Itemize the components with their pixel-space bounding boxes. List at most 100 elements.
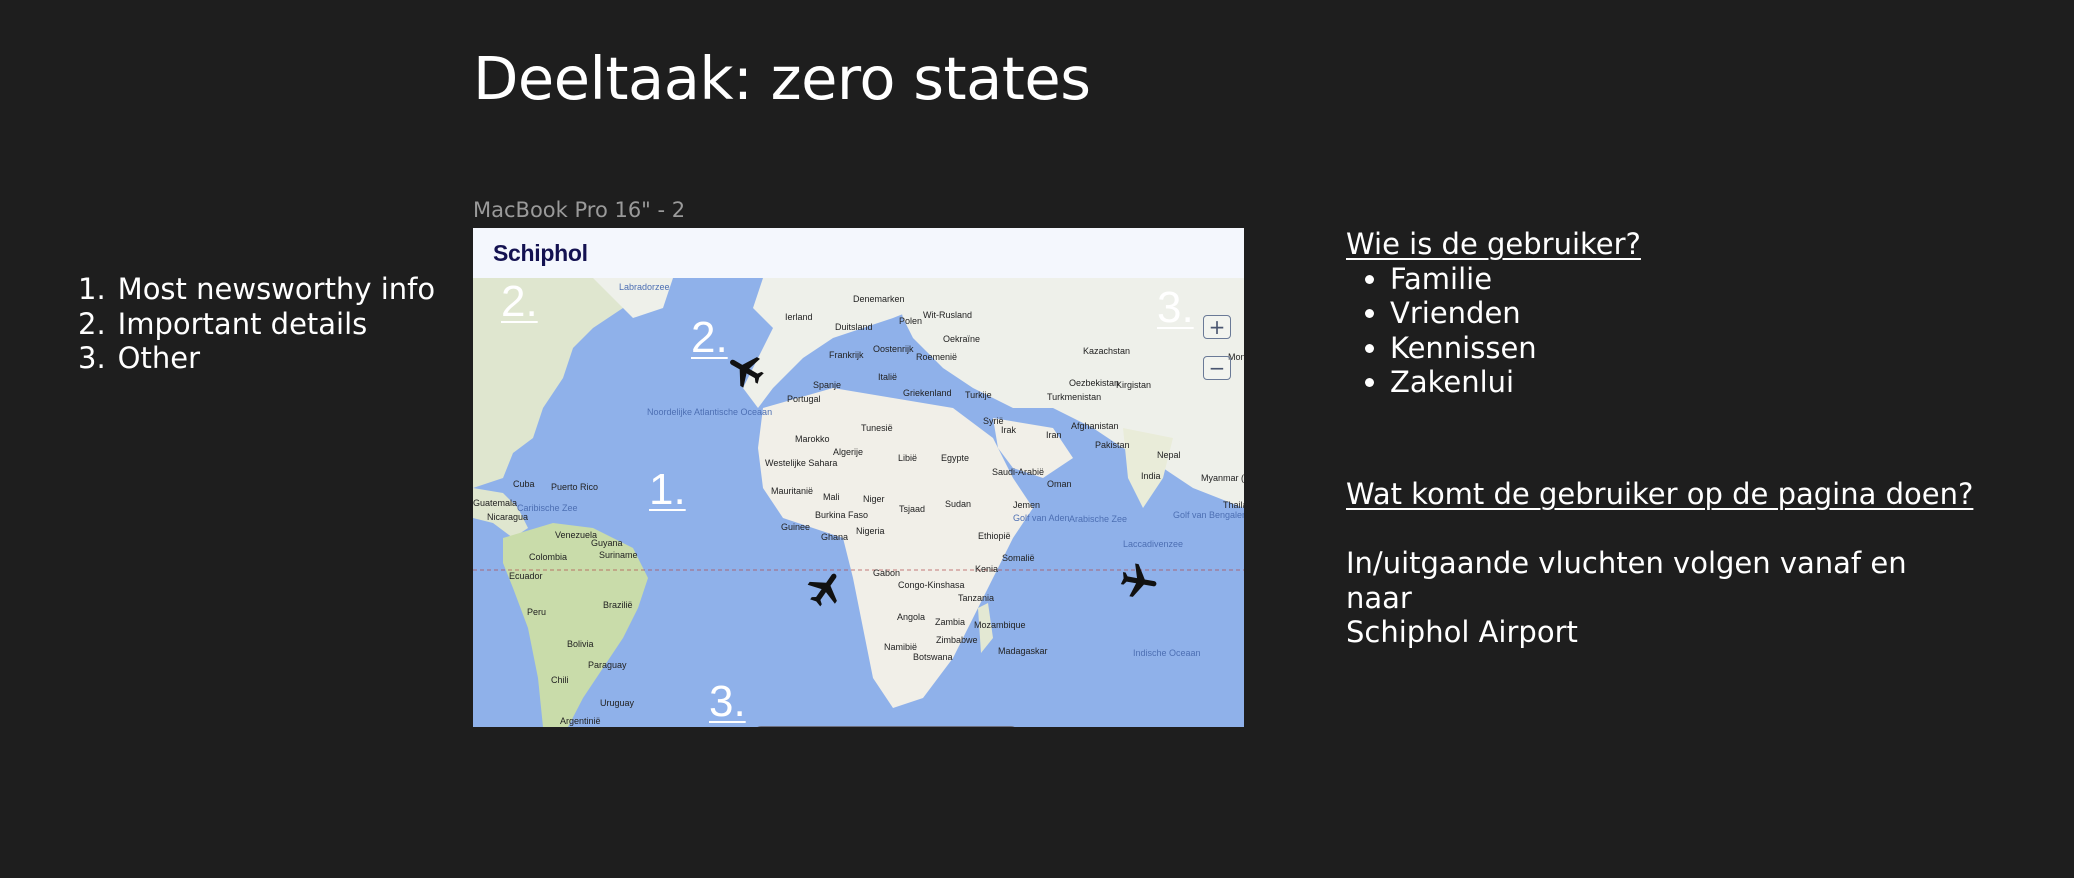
plus-icon: + xyxy=(1208,315,1226,339)
purpose-line: In/uitgaande vluchten volgen vanaf en na… xyxy=(1346,546,1907,615)
priority-marker: 3. xyxy=(1157,283,1194,332)
map-label: Algerije xyxy=(833,447,863,457)
ocean-label: Arabische Zee xyxy=(1069,514,1127,524)
map-label: Oekraïne xyxy=(943,334,980,344)
map-label: Peru xyxy=(527,607,546,617)
priority-marker: 2. xyxy=(691,313,728,362)
user-list-item: Familie xyxy=(1390,262,1641,297)
map-label: Ierland xyxy=(785,312,813,322)
purpose-text: In/uitgaande vluchten volgen vanaf en na… xyxy=(1346,546,1946,650)
map-label: Griekenland xyxy=(903,388,952,398)
map-label: Gabon xyxy=(873,568,900,578)
map-label: Libië xyxy=(898,453,917,463)
map-label: Ghana xyxy=(821,532,848,542)
map-label: Mozambique xyxy=(974,620,1026,630)
map-label: Namibië xyxy=(884,642,917,652)
plane-icon[interactable] xyxy=(1118,561,1160,603)
plane-icon[interactable] xyxy=(805,568,847,610)
map-label: Uruguay xyxy=(600,698,635,708)
map-label: Kirgistan xyxy=(1116,380,1151,390)
map-label: Nicaragua xyxy=(487,512,528,522)
user-list-item: Vrienden xyxy=(1390,296,1641,331)
priority-label: Important details xyxy=(117,306,368,341)
map-label: Spanje xyxy=(813,380,841,390)
map-label: Turkije xyxy=(965,390,992,400)
app-frame: Schiphol Denemarken Ierland Duitsland Po… xyxy=(473,228,1244,727)
map-label: Wit-Rusland xyxy=(923,310,972,320)
ocean-label: Caribische Zee xyxy=(517,503,578,513)
map-label: Portugal xyxy=(787,394,821,404)
map-label: Niger xyxy=(863,494,885,504)
frame-label[interactable]: MacBook Pro 16" - 2 xyxy=(473,198,685,222)
priority-list: 1. Most newsworthy info 2. Important detai… xyxy=(78,272,435,376)
map-label: Guyana xyxy=(591,538,623,548)
map-label: Guatemala xyxy=(473,498,517,508)
priority-label: Other xyxy=(117,341,201,375)
map-label: Denemarken xyxy=(853,294,905,304)
map-label: Oezbekistan xyxy=(1069,378,1119,388)
zoom-in-button[interactable]: + xyxy=(1203,315,1231,339)
map-label: Suriname xyxy=(599,550,638,560)
map-label: Angola xyxy=(897,612,925,622)
priority-marker: 3. xyxy=(709,677,746,726)
map-label: Frankrijk xyxy=(829,350,864,360)
user-heading: Wie is de gebruiker? xyxy=(1346,227,1641,261)
priority-number: 3. xyxy=(78,341,106,375)
page-title: Deeltaak: zero states xyxy=(473,44,1091,113)
map-label: Mali xyxy=(823,492,840,502)
priority-number: 1. xyxy=(78,272,106,306)
map-label: Tsjaad xyxy=(899,504,925,514)
priority-item: 3. Other xyxy=(78,341,435,376)
map-label: Argentinië xyxy=(560,716,601,726)
map-label: Afghanistan xyxy=(1071,421,1119,431)
map-label: Turkmenistan xyxy=(1047,392,1101,402)
map-label: Cuba xyxy=(513,479,535,489)
map-labels: Denemarken Ierland Duitsland Polen Wit-R… xyxy=(473,282,1244,726)
map-label: Irak xyxy=(1001,425,1017,435)
map-label: Botswana xyxy=(913,652,953,662)
map-label: Westelijke Sahara xyxy=(765,458,837,468)
map-label: Jemen xyxy=(1013,500,1040,510)
map-label: Brazilië xyxy=(603,600,633,610)
user-section: Wie is de gebruiker? Familie Vrienden Ke… xyxy=(1346,227,1641,400)
map-label: Duitsland xyxy=(835,322,873,332)
plane-icon[interactable] xyxy=(725,348,767,390)
priority-marker: 1. xyxy=(649,465,686,514)
map-label: Burkina Faso xyxy=(815,510,868,520)
purpose-line: Schiphol Airport xyxy=(1346,615,1578,649)
map-label: Oostenrijk xyxy=(873,344,914,354)
ocean-label: Golf van Bengalen xyxy=(1173,510,1244,520)
world-map[interactable]: Denemarken Ierland Duitsland Polen Wit-R… xyxy=(473,278,1244,727)
user-list: Familie Vrienden Kennissen Zakenlui xyxy=(1346,262,1641,400)
map-label: Chili xyxy=(551,675,569,685)
map-label: Zimbabwe xyxy=(936,635,978,645)
ocean-label: Noordelijke Atlantische Oceaan xyxy=(647,407,772,417)
map-label: Ecuador xyxy=(509,571,543,581)
map-label: Colombia xyxy=(529,552,567,562)
map-label: Kenia xyxy=(975,564,998,574)
map-label: Congo-Kinshasa xyxy=(898,580,965,590)
map-label: Puerto Rico xyxy=(551,482,598,492)
map-label: Mauritanië xyxy=(771,486,813,496)
map-label: Pakistan xyxy=(1095,440,1130,450)
map-label: Ethiopië xyxy=(978,531,1011,541)
brand-logo[interactable]: Schiphol xyxy=(493,240,588,267)
priority-item: 1. Most newsworthy info xyxy=(78,272,435,307)
ocean-label: Labradorzee xyxy=(619,282,670,292)
map-label: Guinee xyxy=(781,522,810,532)
map-label: Bolivia xyxy=(567,639,594,649)
map-label: Saudi-Arabië xyxy=(992,467,1044,477)
map-label: Tanzania xyxy=(958,593,994,603)
ocean-label: Indische Oceaan xyxy=(1133,648,1201,658)
ocean-label: Golf van Aden xyxy=(1013,513,1070,523)
map-label: Egypte xyxy=(941,453,969,463)
map-label: Nigeria xyxy=(856,526,885,536)
map-label: India xyxy=(1141,471,1161,481)
zoom-out-button[interactable]: − xyxy=(1203,356,1231,380)
purpose-heading: Wat komt de gebruiker op de pagina doen? xyxy=(1346,477,1974,511)
map-label: Kazachstan xyxy=(1083,346,1130,356)
map-label: Roemenië xyxy=(916,352,957,362)
map-label: Italië xyxy=(878,372,897,382)
map-toolbar xyxy=(754,726,1018,727)
priority-label: Most newsworthy info xyxy=(117,272,436,306)
